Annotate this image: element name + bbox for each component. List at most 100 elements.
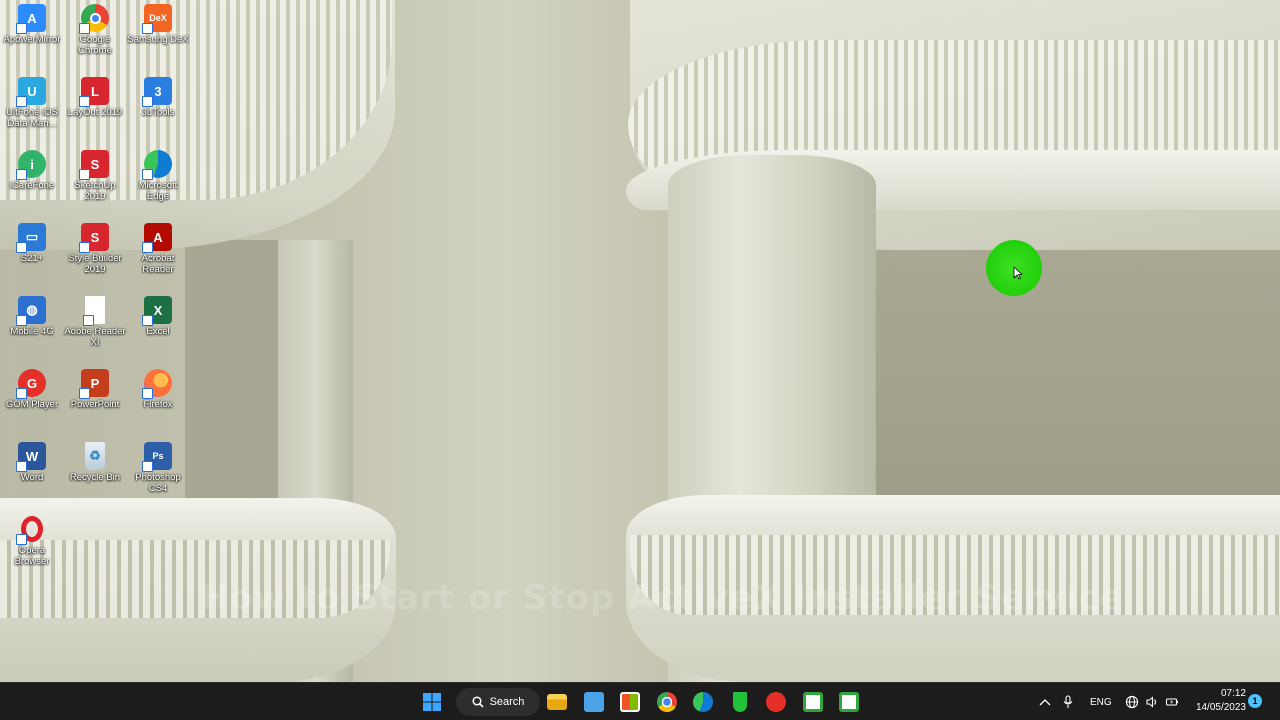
search-label: Search (489, 696, 525, 708)
desktop-shortcut-label: Photoshop CS4 (135, 472, 181, 494)
ultfone-icon: U (16, 77, 46, 107)
s21-icon: ▭ (16, 223, 46, 253)
desktop-shortcut-photoshop[interactable]: Ps Photoshop CS4 (126, 438, 190, 508)
style-builder-icon: S (79, 223, 109, 253)
microsoft-store-icon (620, 692, 640, 712)
microphone-button[interactable] (1062, 683, 1074, 720)
desktop-shortcut-icarefone[interactable]: i iCareFone (0, 146, 64, 216)
desktop-shortcut-mobile-4g[interactable]: ◍ Mobile 4G (0, 292, 64, 362)
desktop-shortcut-label: iCareFone (9, 180, 55, 191)
desktop-shortcut-layout[interactable]: L LayOut 2019 (63, 73, 127, 143)
desktop-shortcut-adobe-reader[interactable]: Adobe Reader XI (63, 292, 127, 362)
speaker-icon (1146, 696, 1157, 708)
desktop-shortcut-label: Samsung DeX (127, 34, 189, 45)
desktop-shortcut-label: Adobe Reader XI (64, 326, 126, 348)
desktop-shortcut-label: Word (20, 472, 44, 483)
battery-charging-icon (1165, 698, 1178, 706)
edge-icon (142, 150, 172, 180)
camtasia-icon (802, 692, 823, 712)
network-button[interactable] (1125, 683, 1139, 720)
notification-badge[interactable]: 1 (1248, 694, 1262, 708)
battery-button[interactable] (1165, 683, 1179, 720)
desktop-shortcut-s21[interactable]: ▭ S21+ (0, 219, 64, 289)
language-indicator[interactable]: ENG (1090, 683, 1112, 720)
file-explorer-icon (547, 694, 567, 710)
taskbar-app-edge[interactable] (689, 688, 717, 716)
desktop-shortcut-excel[interactable]: X Excel (126, 292, 190, 362)
clock-date: 14/05/2023 (1195, 702, 1246, 713)
desktop-shortcut-label: Mobile 4G (10, 326, 54, 337)
desktop-shortcut-word[interactable]: W Word (0, 438, 64, 508)
chrome-icon (656, 692, 677, 712)
taskbar-app-camtasia-recorder[interactable] (835, 688, 863, 716)
desktop-shortcut-label: Style Builder 2019 (68, 253, 122, 275)
adobe-reader-icon (83, 296, 105, 326)
photoshop-icon: Ps (142, 442, 172, 472)
3utools-icon: 3 (142, 77, 172, 107)
word-icon: W (16, 442, 46, 472)
desktop-shortcut-label: UltFone iOS Data Man... (6, 107, 58, 129)
desktop-shortcut-samsung-dex[interactable]: DeX Samsung DeX (126, 0, 190, 70)
sketchup-icon: S (79, 150, 109, 180)
taskbar-app-camtasia[interactable] (799, 688, 827, 716)
desktop-shortcut-label: 3uTools (141, 107, 175, 118)
taskbar: Search ENG 07:12 14/05/2023 1 (0, 682, 1280, 720)
taskbar-app-notepad[interactable] (580, 688, 608, 716)
recycle-bin-icon: ♻ (85, 442, 105, 470)
desktop-shortcut-label: S21+ (20, 253, 44, 264)
wallpaper-right-wall (875, 236, 1280, 496)
volume-button[interactable] (1145, 683, 1159, 720)
microphone-icon (1063, 695, 1073, 708)
taskbar-app-microsoft-store[interactable] (616, 688, 644, 716)
taskbar-app-file-explorer[interactable] (543, 688, 571, 716)
desktop-shortcut-apowermirror[interactable]: A ApowerMirror (0, 0, 64, 70)
apowermirror-icon: A (16, 4, 46, 34)
desktop-shortcut-label: Firefox (143, 399, 173, 410)
powerpoint-icon: P (79, 369, 109, 399)
opera-icon (16, 515, 46, 545)
desktop-shortcut-powerpoint[interactable]: P PowerPoint (63, 365, 127, 435)
start-button[interactable] (418, 688, 446, 716)
show-hidden-icons-button[interactable] (1038, 683, 1052, 720)
camtasia-recorder-icon (839, 692, 859, 712)
desktop-shortcut-recycle-bin[interactable]: ♻ Recycle Bin (63, 438, 127, 508)
desktop-shortcut-acrobat[interactable]: A Acrobat Reader (126, 219, 190, 289)
taskbar-app-chrome[interactable] (653, 688, 681, 716)
search-icon (472, 696, 484, 708)
desktop-shortcut-style-builder[interactable]: S Style Builder 2019 (63, 219, 127, 289)
taskbar-app-media-player[interactable] (762, 688, 790, 716)
chevron-up-icon (1039, 699, 1051, 706)
desktop-shortcut-label: ApowerMirror (3, 34, 61, 45)
mouse-pointer-icon (1013, 266, 1023, 280)
desktop-shortcut-label: Recycle Bin (69, 472, 121, 483)
desktop-shortcut-label: SketchUp 2019 (74, 180, 116, 202)
desktop-shortcut-edge[interactable]: Microsoft Edge (126, 146, 190, 216)
edge-icon (693, 692, 713, 712)
desktop-shortcut-label: Excel (146, 326, 170, 337)
system-clock[interactable]: 07:12 14/05/2023 (1186, 687, 1246, 715)
layout-icon: L (79, 77, 109, 107)
desktop-shortcut-3utools[interactable]: 3 3uTools (126, 73, 190, 143)
mobile-4g-icon: ◍ (16, 296, 46, 326)
desktop-shortcut-sketchup[interactable]: S SketchUp 2019 (63, 146, 127, 216)
firefox-icon (142, 369, 172, 399)
desktop-shortcut-gom-player[interactable]: G GOM Player (0, 365, 64, 435)
video-watermark-title: How to Start or Stop ActiveX Installer S… (200, 578, 1124, 618)
clock-time: 07:12 (1220, 688, 1246, 699)
samsung-dex-icon: DeX (142, 4, 172, 34)
media-player-icon (766, 692, 786, 712)
shield-icon (732, 692, 747, 712)
desktop-shortcut-label: LayOut 2019 (67, 107, 123, 118)
desktop-shortcut-label: Acrobat Reader (141, 253, 175, 275)
notepad-icon (583, 692, 604, 712)
desktop-shortcut-label: Opera Browser (14, 545, 50, 567)
search-button[interactable]: Search (456, 688, 540, 716)
windows-logo-icon (423, 693, 441, 711)
acrobat-icon: A (142, 223, 172, 253)
desktop-shortcut-opera[interactable]: Opera Browser (0, 511, 64, 581)
taskbar-app-shield[interactable] (726, 688, 754, 716)
desktop-shortcut-firefox[interactable]: Firefox (126, 365, 190, 435)
desktop-shortcut-ultfone[interactable]: U UltFone iOS Data Man... (0, 73, 64, 143)
desktop-shortcut-chrome[interactable]: Google Chrome (63, 0, 127, 70)
desktop-shortcut-label: Google Chrome (78, 34, 112, 56)
